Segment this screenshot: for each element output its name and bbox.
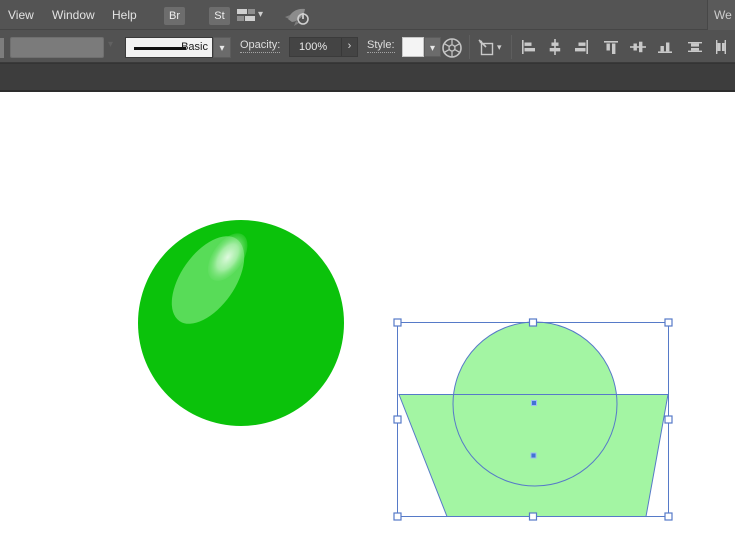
vertical-align-bottom-button[interactable] [656,38,674,56]
trapezoid-center-anchor[interactable] [530,452,537,459]
handle-bottom-center[interactable] [528,512,538,521]
control-bar: ▾ Basic ▾ Opacity: 100% › Style: ▾ ▾ [0,30,735,63]
isolate-object-button[interactable]: ▾ [477,38,509,58]
artboard-canvas[interactable] [0,92,735,536]
toolbar-divider [511,35,512,59]
handle-bottom-right[interactable] [664,512,673,521]
horizontal-distribute-center-button[interactable] [712,38,730,56]
arrange-documents-chevron-icon[interactable]: ▾ [258,9,263,20]
menu-bar: View Window Help Br St ▾ We [0,0,735,30]
recolor-artwork-button[interactable] [441,37,463,59]
handle-top-right[interactable] [664,318,673,327]
handle-top-center[interactable] [528,318,538,327]
opacity-input[interactable]: 100% [290,38,341,56]
stroke-preview-line [134,47,186,50]
opacity-expand-button[interactable]: › [341,38,357,56]
horizontal-align-center-button[interactable] [546,38,564,56]
chevron-down-icon: ▾ [429,43,436,54]
arrange-documents-icon[interactable] [236,8,256,27]
fill-swatch-partial[interactable] [0,38,4,58]
variable-width-profile-dropdown[interactable] [10,37,104,58]
brush-definition-chevron-button[interactable]: ▾ [213,37,231,58]
selected-group-object[interactable] [393,318,673,521]
workspace-switcher-button[interactable]: We [707,0,735,30]
green-ball-object[interactable] [138,218,344,426]
menu-view[interactable]: View [8,0,34,30]
chevron-down-icon: ▾ [497,42,502,52]
horizontal-align-right-button[interactable] [573,38,591,56]
illustrator-window: View Window Help Br St ▾ We ▾ Basic ▾ Op… [0,0,735,536]
gpu-performance-icon[interactable] [284,5,312,32]
workspace-switcher-label: We [714,8,732,22]
menu-help[interactable]: Help [112,0,137,30]
vertical-align-top-button[interactable] [602,38,620,56]
handle-middle-right[interactable] [664,415,673,424]
vertical-align-center-button[interactable] [629,38,647,56]
bridge-button[interactable]: Br [164,7,185,25]
opacity-control: 100% › [289,37,358,57]
brush-definition-dropdown[interactable]: Basic [125,37,213,58]
opacity-label[interactable]: Opacity: [240,39,281,53]
stock-button[interactable]: St [209,7,230,25]
graphic-style-chevron-button[interactable]: ▾ [424,37,441,57]
menu-window[interactable]: Window [52,0,95,30]
horizontal-align-left-button[interactable] [519,38,537,56]
handle-middle-left[interactable] [393,415,402,424]
graphic-style-swatch[interactable] [402,37,424,57]
brush-definition-value: Basic [181,41,208,53]
chevron-down-icon: ▾ [219,43,225,54]
width-profile-chevron-icon: ▾ [108,39,114,50]
vertical-distribute-center-button[interactable] [686,38,704,56]
pasteboard-strip [0,63,735,92]
handle-top-left[interactable] [393,318,402,327]
toolbar-divider [469,35,470,59]
handle-bottom-left[interactable] [393,512,402,521]
style-label[interactable]: Style: [367,39,395,53]
circle-center-anchor[interactable] [531,400,537,406]
